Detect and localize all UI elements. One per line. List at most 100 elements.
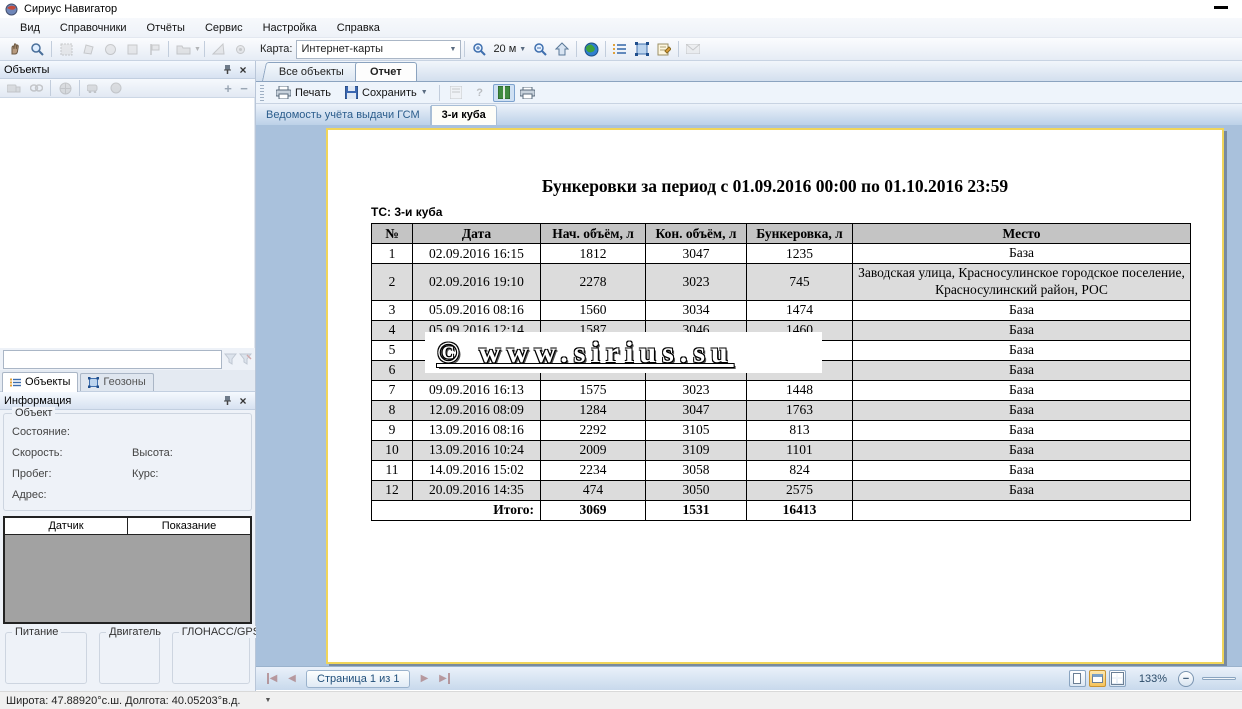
menu-item-help[interactable]: Справка [327, 20, 390, 36]
menu-item-service[interactable]: Сервис [195, 20, 253, 36]
objects-tree[interactable] [0, 98, 255, 348]
geozone-small-icon [88, 377, 99, 388]
filter-icon [224, 353, 237, 365]
menu-item-reports[interactable]: Отчёты [137, 20, 195, 36]
add-vehicle-icon [3, 79, 25, 98]
menu-item-view[interactable]: Вид [10, 20, 50, 36]
home-icon[interactable] [551, 40, 573, 59]
first-page-button[interactable]: ◀ [262, 670, 282, 688]
info-close-icon[interactable]: × [235, 394, 251, 408]
table-row: 812.09.2016 08:09128430471763База [372, 400, 1191, 420]
total-label: Итого: [372, 500, 541, 520]
info-pin-icon[interactable] [219, 394, 235, 408]
total-end-volume: 1531 [646, 500, 747, 520]
object-group-legend: Объект [12, 407, 55, 419]
vehicle-icon [83, 79, 105, 98]
sensor-table-wrap: Датчик Показание [0, 514, 255, 626]
coordinates-text: Широта: 47.88920°с.ш. Долгота: 40.05203°… [6, 695, 240, 707]
document-tab-strip: Все объекты Отчет [256, 61, 1242, 82]
table-header-row: № Дата Нач. объём, л Кон. объём, л Бунке… [372, 224, 1191, 244]
toolbar-grip [260, 85, 264, 101]
single-page-view-button[interactable] [1069, 670, 1086, 687]
status-bar: Широта: 47.88920°с.ш. Долгота: 40.05203°… [0, 691, 1242, 709]
collapse-minus-icon[interactable]: − [236, 81, 252, 96]
watermark: © www.sirius.su [425, 332, 822, 373]
tab-objects[interactable]: Объекты [2, 372, 78, 392]
tab-all-objects[interactable]: Все объекты [262, 62, 361, 81]
table-row: 102.09.2016 16:15181230471235База [372, 244, 1191, 264]
report-title: Бункеровки за период с 01.09.2016 00:00 … [328, 176, 1222, 197]
list-icon[interactable] [609, 40, 631, 59]
map-select[interactable]: Интернет-карты ▼ [296, 40, 461, 59]
tab-geozones[interactable]: Геозоны [80, 373, 153, 391]
help-icon: ? [469, 84, 491, 102]
geozone-icon[interactable] [631, 40, 653, 59]
print-preview-icon[interactable] [517, 84, 539, 102]
group-engine: Двигатель [99, 632, 160, 684]
fit-width-view-button[interactable] [1089, 670, 1106, 687]
list-small-icon [10, 378, 21, 387]
page-setup-icon [445, 84, 467, 102]
folder-caret-icon: ▼ [194, 46, 201, 53]
filter-input[interactable] [3, 350, 222, 369]
zoom-out-button[interactable]: − [1178, 671, 1194, 687]
pan-hand-icon[interactable] [4, 40, 26, 59]
edit-icon[interactable] [653, 40, 675, 59]
zoom-slider[interactable] [1202, 677, 1236, 680]
report-subtitle: ТС: 3-и куба [371, 205, 1222, 219]
coords-caret-icon[interactable]: ▼ [264, 697, 271, 704]
flag-icon [143, 40, 165, 59]
close-icon[interactable]: × [235, 63, 251, 77]
tab-vedomost-gsm[interactable]: Ведомость учёта выдачи ГСМ [256, 106, 431, 125]
menu-item-directories[interactable]: Справочники [50, 20, 137, 36]
save-caret-icon: ▼ [421, 89, 428, 96]
marker-globe-icon [105, 79, 127, 98]
expand-plus-icon[interactable]: + [220, 81, 236, 96]
save-button[interactable]: Сохранить ▼ [339, 84, 434, 101]
link-icon [25, 79, 47, 98]
menu-item-settings[interactable]: Настройка [253, 20, 327, 36]
sensor-table[interactable]: Датчик Показание [3, 516, 252, 624]
window-title: Сириус Навигатор [24, 3, 117, 15]
col-header-place: Место [853, 224, 1191, 244]
globe-icon[interactable] [580, 40, 602, 59]
zoom-in-icon[interactable] [468, 40, 490, 59]
zoom-select-icon[interactable] [26, 40, 48, 59]
state-label: Состояние: [12, 426, 132, 438]
col-header-start-volume: Нач. объём, л [541, 224, 646, 244]
gear-icon [230, 40, 252, 59]
scale-select[interactable]: 20 м ▼ [490, 43, 529, 55]
table-row: 305.09.2016 08:16156030341474База [372, 300, 1191, 320]
pin-icon[interactable] [219, 63, 235, 77]
print-button[interactable]: Печать [270, 84, 337, 101]
tab-3-kuba[interactable]: 3-и куба [431, 105, 497, 125]
tab-report[interactable]: Отчет [355, 62, 417, 81]
speed-label: Скорость: [12, 447, 132, 459]
table-row: 202.09.2016 19:1022783023745Заводская ул… [372, 264, 1191, 301]
zoom-out-icon[interactable] [529, 40, 551, 59]
select-rect-icon [55, 40, 77, 59]
minimize-button[interactable] [1214, 6, 1228, 9]
table-row: 913.09.2016 08:1622923105813База [372, 420, 1191, 440]
next-page-button[interactable]: ▶ [414, 670, 434, 688]
objects-panel-title: Объекты [4, 64, 219, 76]
multi-page-view-button[interactable] [1109, 670, 1126, 687]
object-groupbox: Объект Состояние: Скорость: Высота: Проб… [3, 413, 252, 511]
map-select-caret-icon: ▼ [450, 46, 457, 53]
status-groups: Питание Двигатель ГЛОНАСС/GPS [0, 626, 255, 684]
objects-filter-row [0, 348, 255, 370]
map-label: Карта: [260, 43, 293, 55]
book-view-icon[interactable] [493, 84, 515, 102]
address-label: Адрес: [12, 489, 132, 501]
objects-panel-header: Объекты × [0, 61, 255, 79]
main-area: Все объекты Отчет Печать Сохранить ▼ ? В… [256, 61, 1242, 691]
last-page-button[interactable]: ▶ [434, 670, 454, 688]
scale-caret-icon: ▼ [519, 46, 526, 53]
prev-page-button[interactable]: ◀ [282, 670, 302, 688]
page-indicator: Страница 1 из 1 [306, 670, 410, 688]
table-row: 1114.09.2016 15:0222343058824База [372, 460, 1191, 480]
course-label: Курс: [132, 468, 158, 480]
sensor-col-header: Датчик [5, 518, 128, 534]
left-dock: Объекты × + − Объекты Геозоны Информаци [0, 61, 256, 691]
objects-mini-toolbar: + − [0, 79, 255, 98]
